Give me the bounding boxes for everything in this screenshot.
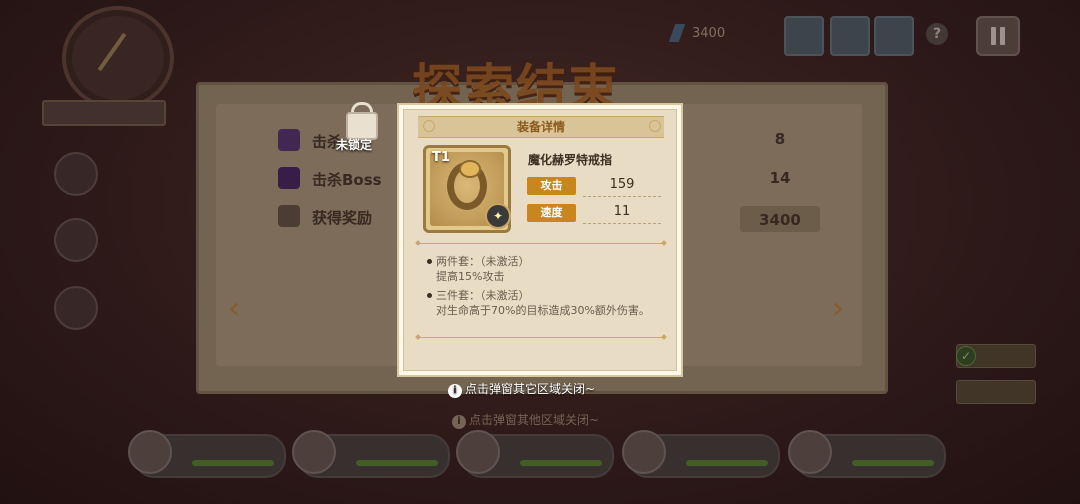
ring-gem-icon bbox=[459, 160, 481, 178]
info-icon: i bbox=[448, 384, 462, 398]
set-bullet-icon bbox=[427, 259, 432, 264]
tier-label: T1 bbox=[432, 150, 450, 165]
star-badge-icon: ✦ bbox=[485, 203, 511, 229]
set-3-title: 三件套：（未激活） bbox=[436, 289, 530, 302]
attack-label: 攻击 bbox=[527, 177, 576, 195]
speed-label: 速度 bbox=[527, 204, 576, 222]
lock-label[interactable]: 未锁定 bbox=[336, 136, 372, 153]
modal-title: 装备详情 bbox=[516, 120, 565, 134]
attack-value: 159 bbox=[609, 177, 635, 192]
close-hint: i 点击弹窗其它区域关闭~ bbox=[448, 380, 595, 398]
set-3-desc: 对生命高于70%的目标造成30%额外伤害。 bbox=[436, 304, 650, 317]
divider bbox=[418, 337, 664, 338]
set-2-desc: 提高15%攻击 bbox=[436, 270, 505, 283]
item-name: 魔化赫罗特戒指 bbox=[528, 153, 613, 167]
set-2-title: 两件套：（未激活） bbox=[436, 255, 530, 268]
set-bullet-icon bbox=[427, 293, 432, 298]
speed-value: 11 bbox=[613, 204, 631, 219]
divider bbox=[418, 243, 664, 244]
